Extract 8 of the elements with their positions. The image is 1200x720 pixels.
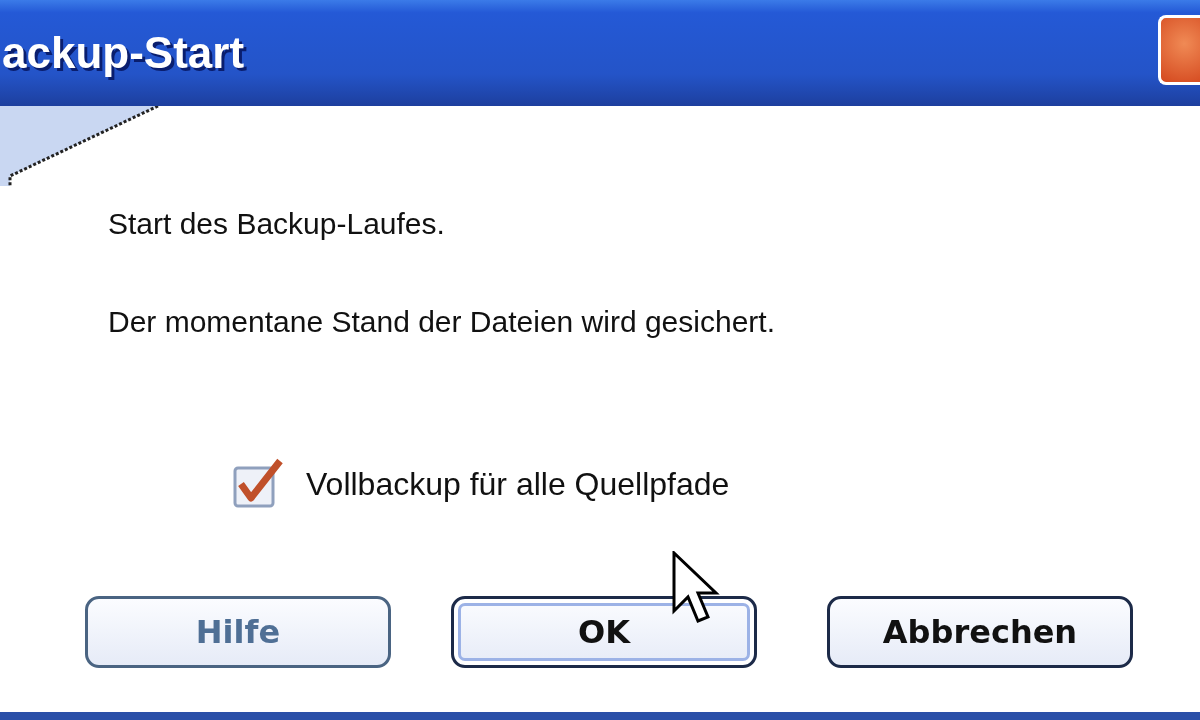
- window-title: ackup-Start: [2, 27, 245, 79]
- checkbox[interactable]: [232, 458, 284, 510]
- message-text: Der momentane Stand der Dateien wird gesichert.: [108, 304, 776, 340]
- dialog-button[interactable]: OK: [451, 596, 757, 668]
- close-button[interactable]: [1158, 15, 1200, 85]
- message-text: Start des Backup-Laufes.: [108, 206, 446, 242]
- dialog-button[interactable]: Abbrechen: [827, 596, 1133, 668]
- checkbox-label: Vollbackup für alle Quellpfade: [306, 465, 730, 504]
